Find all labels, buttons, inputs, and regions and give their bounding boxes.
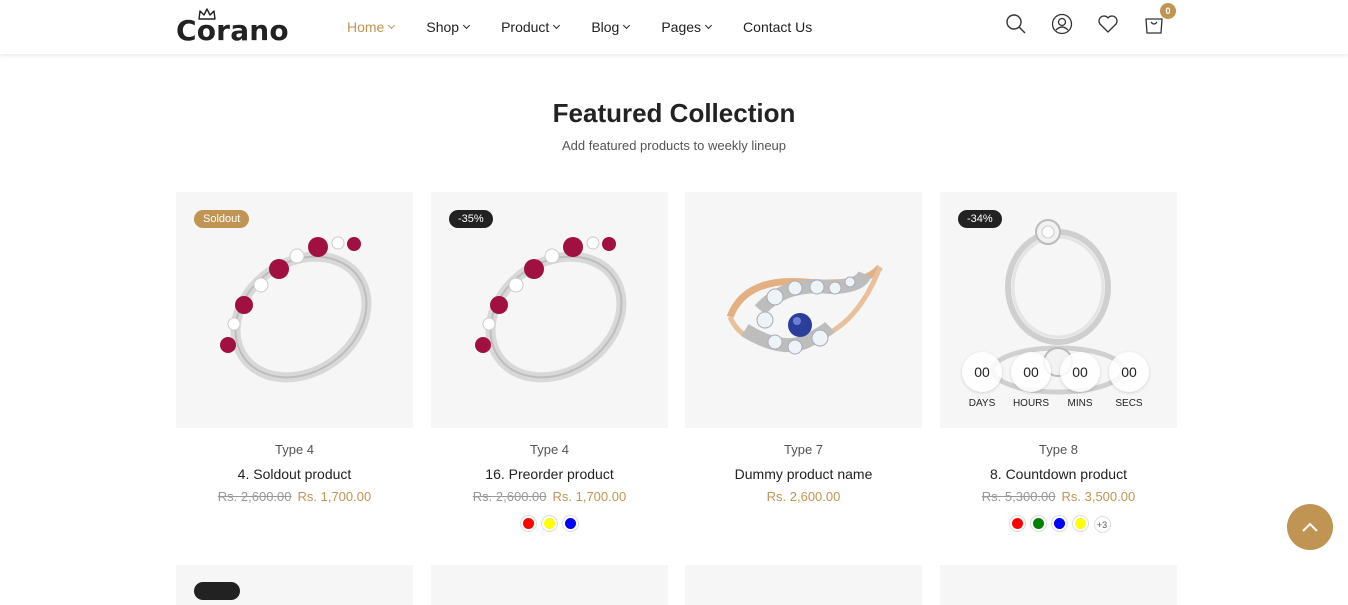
swatch-yellow[interactable] <box>1072 516 1088 531</box>
product-name[interactable]: Dummy product name <box>685 466 922 482</box>
swatch-blue[interactable] <box>1051 516 1067 531</box>
product-type: Type 4 <box>529 442 570 457</box>
cart-count-badge: 0 <box>1160 3 1176 19</box>
nav-item-contact[interactable]: Contact Us <box>743 19 812 35</box>
nav-item-shop[interactable]: Shop <box>426 19 471 35</box>
swatch-blue[interactable] <box>563 516 578 531</box>
product-name[interactable]: 8. Countdown product <box>940 466 1177 482</box>
product-card[interactable] <box>685 565 922 605</box>
countdown-unit: HOURS <box>1012 398 1050 409</box>
product-prices: Rs. 2,600.00 Rs. 1,700.00 <box>176 489 413 504</box>
discount-badge <box>194 582 240 600</box>
header-icons: 0 <box>982 3 1176 36</box>
countdown-days: 00 DAYS <box>962 352 1002 409</box>
product-card[interactable] <box>431 565 668 605</box>
old-price: Rs. 2,600.00 <box>472 489 547 504</box>
product-card[interactable]: -34% 00 DAYS 00 HOURS 00 MINS 00 SECS Type 8… <box>940 192 1177 533</box>
countdown-unit: SECS <box>1115 398 1143 409</box>
discount-badge: -35% <box>449 210 493 228</box>
old-price: Rs. 5,300.00 <box>981 489 1056 504</box>
countdown-value: 00 <box>1060 352 1100 392</box>
color-swatches: +3 <box>940 516 1177 533</box>
product-card[interactable]: Soldout Type 4 4. Soldout product Rs. 2,… <box>176 192 413 504</box>
product-image[interactable]: -35% <box>431 192 668 428</box>
wishlist-icon[interactable] <box>1096 12 1120 36</box>
nav-item-product[interactable]: Product <box>501 19 561 35</box>
swatch-red[interactable] <box>521 516 536 531</box>
product-card[interactable] <box>940 565 1177 605</box>
nav-item-pages[interactable]: Pages <box>661 19 713 35</box>
nav-label: Contact Us <box>743 19 813 35</box>
product-image[interactable] <box>685 192 922 428</box>
nav-label: Home <box>347 19 385 35</box>
price: Rs. 1,700.00 <box>297 489 372 504</box>
swatch-yellow[interactable] <box>542 516 557 531</box>
more-swatches[interactable]: +3 <box>1093 516 1111 533</box>
price: Rs. 2,600.00 <box>766 489 841 504</box>
sapphire-ring-image <box>726 264 883 355</box>
section-title: Featured Collection <box>552 98 796 128</box>
account-icon[interactable] <box>1050 12 1074 36</box>
product-name[interactable]: 4. Soldout product <box>176 466 413 482</box>
chevron-up-icon <box>1302 522 1318 532</box>
product-type: Type 7 <box>783 442 824 457</box>
product-prices: Rs. 2,600.00 Rs. 1,700.00 <box>431 489 668 504</box>
cart-icon[interactable]: 0 <box>1142 3 1176 36</box>
product-name[interactable]: 16. Preorder product <box>431 466 668 482</box>
nav-label: Shop <box>426 19 460 35</box>
price: Rs. 3,500.00 <box>1061 489 1136 504</box>
countdown-secs: 00 SECS <box>1109 352 1149 409</box>
search-icon[interactable] <box>1004 12 1028 36</box>
product-card[interactable]: -35% Type 4 16. Preorder product Rs. 2,6… <box>431 192 668 531</box>
logo-text: Corano <box>176 14 289 47</box>
product-prices: Rs. 5,300.00 Rs. 3,500.00 <box>940 489 1177 504</box>
product-card[interactable] <box>176 565 413 605</box>
section-subtitle: Add featured products to weekly lineup <box>561 138 787 153</box>
product-type: Type 8 <box>1038 442 1079 457</box>
site-header: Corano Home Shop Product Blog Pages Cont… <box>0 0 1348 54</box>
nav-label: Pages <box>661 19 702 35</box>
countdown-mins: 00 MINS <box>1060 352 1100 409</box>
chevron-down-icon <box>705 21 713 30</box>
countdown-value: 00 <box>1109 352 1149 392</box>
countdown-unit: DAYS <box>968 398 996 409</box>
countdown-value: 00 <box>1011 352 1051 392</box>
old-price: Rs. 2,600.00 <box>217 489 292 504</box>
swatch-green[interactable] <box>1030 516 1046 531</box>
chevron-down-icon <box>463 21 471 30</box>
scroll-to-top-button[interactable] <box>1287 504 1333 550</box>
color-swatches <box>431 516 668 531</box>
countdown-value: 00 <box>962 352 1002 392</box>
nav-label: Product <box>501 19 550 35</box>
main-nav: Home Shop Product Blog Pages Contact Us <box>347 0 844 54</box>
nav-item-blog[interactable]: Blog <box>591 19 631 35</box>
product-type: Type 4 <box>274 442 315 457</box>
swatch-red[interactable] <box>1009 516 1025 531</box>
product-image[interactable]: -34% 00 DAYS 00 HOURS 00 MINS 00 SECS <box>940 192 1177 428</box>
countdown-timer: 00 DAYS 00 HOURS 00 MINS 00 SECS <box>962 352 1158 409</box>
discount-badge: -34% <box>958 210 1002 228</box>
product-card[interactable]: Type 7 Dummy product name Rs. 2,600.00 <box>685 192 922 504</box>
chevron-down-icon <box>388 21 396 30</box>
chevron-down-icon <box>553 21 561 30</box>
countdown-hours: 00 HOURS <box>1011 352 1051 409</box>
nav-item-home[interactable]: Home <box>347 19 396 35</box>
product-image[interactable]: Soldout <box>176 192 413 428</box>
price: Rs. 1,700.00 <box>552 489 627 504</box>
product-prices: Rs. 2,600.00 <box>685 489 922 504</box>
chevron-down-icon <box>623 21 631 30</box>
countdown-unit: MINS <box>1067 398 1093 409</box>
nav-label: Blog <box>591 19 620 35</box>
soldout-badge: Soldout <box>194 210 250 228</box>
